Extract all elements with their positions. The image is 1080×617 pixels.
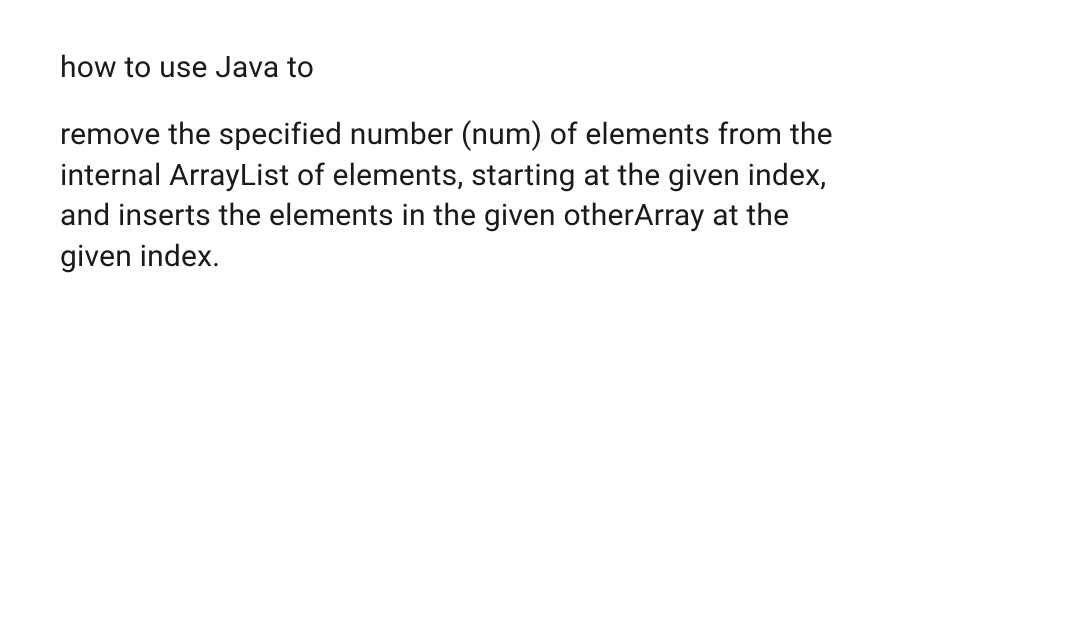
body-paragraph: remove the specified number (num) of ele…	[60, 115, 860, 277]
document-content: how to use Java to remove the specified …	[60, 48, 860, 277]
intro-line: how to use Java to	[60, 48, 860, 87]
